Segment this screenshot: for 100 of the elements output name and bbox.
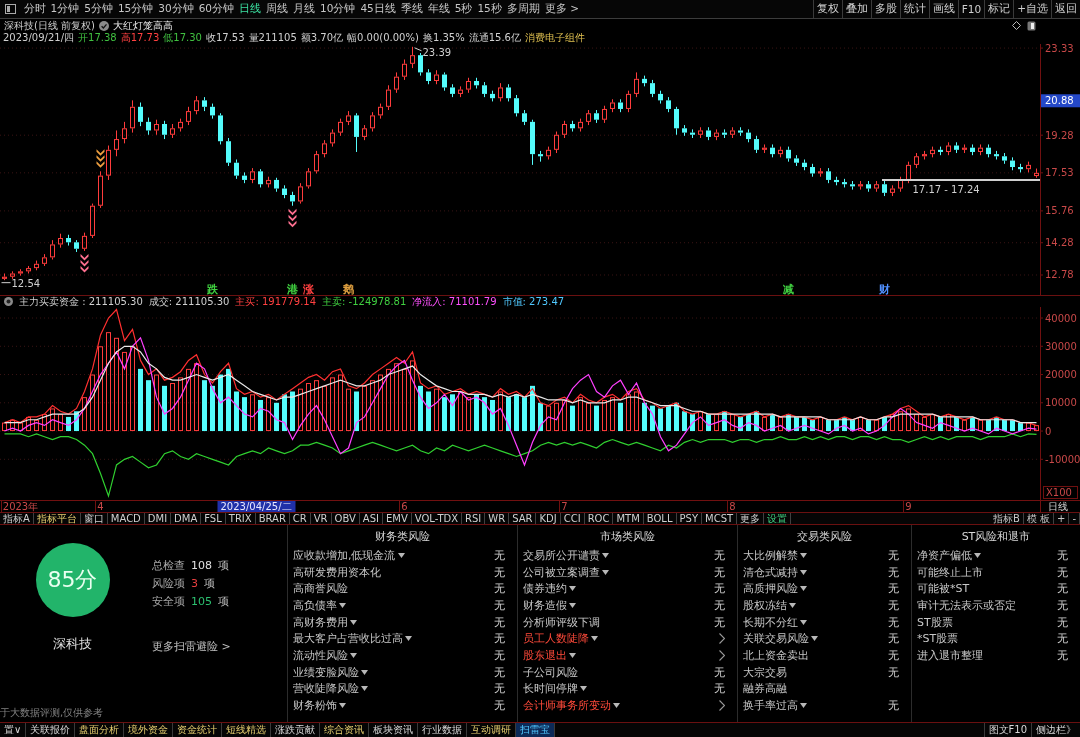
caret-icon[interactable]: [974, 552, 981, 558]
caret-icon[interactable]: [350, 619, 357, 625]
caret-icon[interactable]: [800, 552, 807, 558]
indicator-tab[interactable]: MACD: [107, 513, 145, 524]
risk-item[interactable]: 长时间停牌: [523, 681, 578, 697]
risk-item[interactable]: 股权冻结: [743, 597, 787, 613]
indicator-tab[interactable]: 窗口: [80, 513, 108, 524]
risk-item[interactable]: 高研发费用资本化: [293, 564, 381, 580]
bottom-tab[interactable]: 短线精选: [222, 723, 272, 737]
risk-item[interactable]: 最大客户占营收比过高: [293, 631, 403, 647]
period-tab[interactable]: 15秒: [474, 0, 505, 18]
period-tab[interactable]: 年线: [425, 0, 453, 18]
indicator-tab[interactable]: MTM: [613, 513, 644, 524]
event-marker[interactable]: 涨: [303, 283, 314, 295]
indicator-tab[interactable]: +: [1054, 513, 1070, 524]
risk-item[interactable]: 高商誉风险: [293, 581, 348, 597]
risk-item[interactable]: 关联交易风险: [743, 631, 809, 647]
indicator-tab[interactable]: CCI: [560, 513, 585, 524]
indicator-tab[interactable]: VR: [310, 513, 332, 524]
period-tab[interactable]: 日线: [236, 0, 264, 18]
caret-icon[interactable]: [569, 586, 576, 592]
period-tab[interactable]: 1分钟: [48, 0, 82, 18]
caret-icon[interactable]: [811, 636, 818, 642]
event-marker[interactable]: 跌: [207, 283, 218, 295]
risk-item[interactable]: 可能终止上市: [917, 564, 983, 580]
risk-item[interactable]: 高财务费用: [293, 614, 348, 630]
bottom-tab[interactable]: 关联报价: [26, 723, 76, 737]
indicator-tab[interactable]: ASI: [359, 513, 383, 524]
caret-icon[interactable]: [350, 652, 357, 658]
ring-icon[interactable]: [4, 297, 13, 306]
risk-item[interactable]: 分析师评级下调: [523, 614, 600, 630]
indicator-tab[interactable]: TRIX: [225, 513, 256, 524]
indicator-tab[interactable]: 指标A: [0, 513, 34, 524]
risk-item[interactable]: 子公司风险: [523, 664, 578, 680]
chevron-right-icon[interactable]: [719, 633, 725, 645]
caret-icon[interactable]: [339, 602, 346, 608]
caret-icon[interactable]: [800, 619, 807, 625]
bottom-tab[interactable]: 综合资讯: [320, 723, 370, 737]
indicator-tab[interactable]: BOLL: [643, 513, 677, 524]
caret-icon[interactable]: [339, 703, 346, 709]
indicator-tab[interactable]: DMI: [144, 513, 172, 524]
indicator-tab[interactable]: FSL: [201, 513, 226, 524]
caret-icon[interactable]: [602, 552, 609, 558]
indicator-tab[interactable]: DMA: [171, 513, 202, 524]
more-link[interactable]: 更多扫雷避险 >: [152, 639, 231, 654]
period-tab[interactable]: 月线: [290, 0, 318, 18]
risk-item[interactable]: 清仓式减持: [743, 564, 798, 580]
indicator-tab[interactable]: SAR: [509, 513, 537, 524]
caret-icon[interactable]: [397, 552, 405, 558]
risk-item[interactable]: 股东退出: [523, 647, 567, 663]
period-tab[interactable]: 季线: [398, 0, 426, 18]
side-button[interactable]: 图文F10: [983, 723, 1031, 737]
risk-item[interactable]: 会计师事务所变动: [523, 698, 611, 714]
toolbar-button[interactable]: 返回: [1051, 0, 1080, 18]
risk-item[interactable]: 换手率过高: [743, 698, 798, 714]
event-marker[interactable]: 港: [287, 283, 298, 295]
check-circle-icon[interactable]: [99, 20, 109, 31]
caret-icon[interactable]: [569, 652, 576, 658]
risk-item[interactable]: 长期不分红: [743, 614, 798, 630]
risk-item[interactable]: 财务造假: [523, 597, 567, 613]
risk-item[interactable]: 可能被*ST: [917, 581, 970, 597]
risk-item[interactable]: 营收陡降风险: [293, 681, 359, 697]
period-tab[interactable]: 60分钟: [196, 0, 237, 18]
bottom-tab[interactable]: 板块资讯: [369, 723, 419, 737]
chevron-right-icon[interactable]: [719, 649, 725, 661]
caret-icon[interactable]: [800, 703, 807, 709]
indicator-tab[interactable]: 设置: [764, 513, 792, 524]
indicator-name[interactable]: 大红灯笼高高: [113, 18, 173, 33]
bottom-tab[interactable]: 资金统计: [173, 723, 223, 737]
indicator-tab[interactable]: EMV: [383, 513, 412, 524]
indicator-tab[interactable]: 模 板: [1023, 513, 1054, 524]
risk-item[interactable]: 净资产偏低: [917, 547, 972, 563]
period-tab[interactable]: 45日线: [357, 0, 399, 18]
indicator-tab[interactable]: PSY: [676, 513, 702, 524]
toolbar-button[interactable]: 叠加: [841, 0, 871, 18]
chevron-right-icon[interactable]: [719, 700, 725, 712]
caret-icon[interactable]: [361, 686, 368, 692]
indicator-tab[interactable]: OBV: [331, 513, 360, 524]
period-tab[interactable]: 5秒: [452, 0, 475, 18]
toggle-icon[interactable]: [1027, 20, 1036, 31]
risk-item[interactable]: 业绩变脸风险: [293, 664, 359, 680]
bottom-tab[interactable]: 涨跌贡献: [271, 723, 321, 737]
bottom-tab[interactable]: 盘面分析: [75, 723, 125, 737]
risk-item[interactable]: *ST股票: [917, 631, 959, 647]
risk-item[interactable]: 财务粉饰: [293, 698, 337, 714]
indicator-tab[interactable]: CR: [289, 513, 311, 524]
risk-item[interactable]: 员工人数陡降: [523, 631, 589, 647]
bottom-tab[interactable]: 行业数据: [418, 723, 468, 737]
indicator-tab[interactable]: VOL-TDX: [411, 513, 463, 524]
indicator-tab[interactable]: -: [1069, 513, 1080, 524]
indicator-tab[interactable]: 更多: [737, 513, 765, 524]
indicator-tab[interactable]: 指标平台: [33, 513, 81, 524]
indicator-tab[interactable]: KDJ: [536, 513, 561, 524]
indicator-tab[interactable]: BRAR: [255, 513, 290, 524]
toolbar-button[interactable]: 标记: [984, 0, 1014, 18]
risk-item[interactable]: 审计无法表示或否定: [917, 597, 1016, 613]
period-tab[interactable]: 多周期: [504, 0, 543, 18]
period-tab[interactable]: 周线: [263, 0, 291, 18]
toolbar-button[interactable]: 多股: [870, 0, 900, 18]
event-marker[interactable]: 鹅: [343, 283, 354, 295]
